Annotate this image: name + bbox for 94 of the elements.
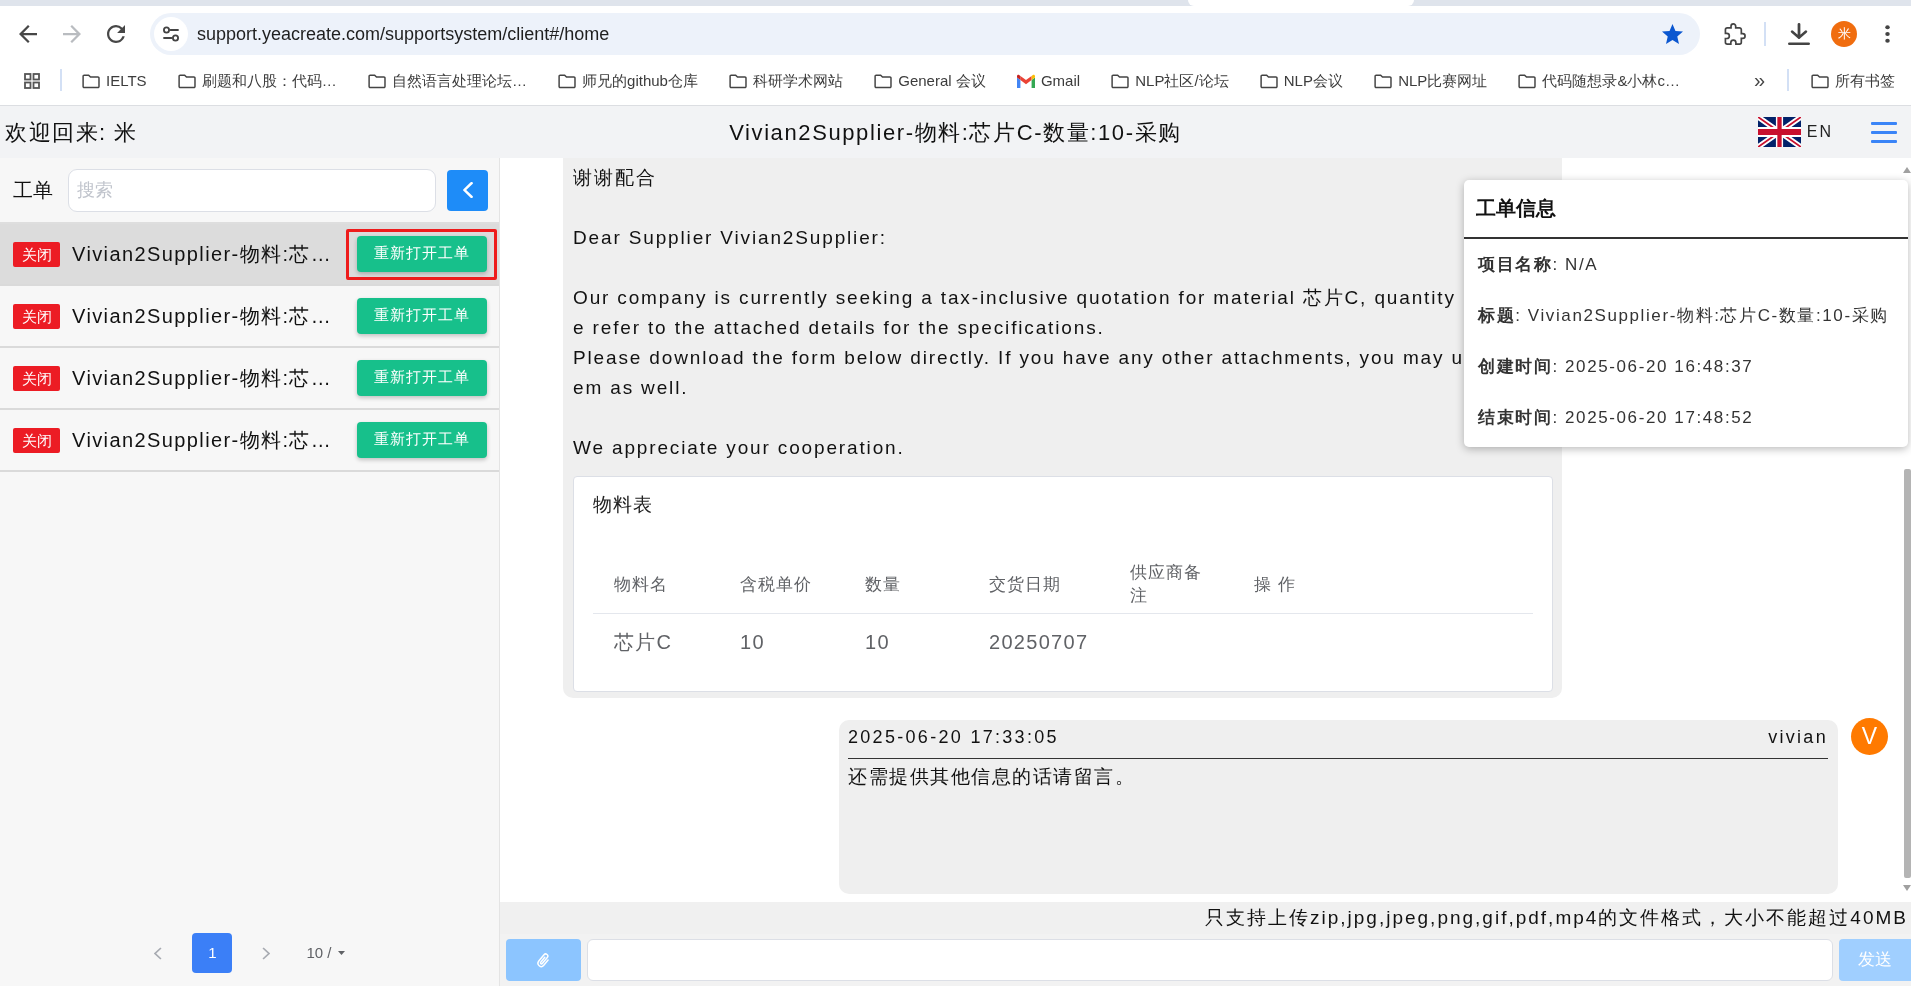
folder-icon [729,73,748,89]
paperclip-icon [537,951,550,969]
table-cell: 10 [865,631,890,654]
message-author: vivian [1768,726,1828,749]
chevron-left-icon [462,182,473,198]
chevron-left-icon[interactable] [154,946,163,960]
message-field[interactable] [587,939,1833,981]
ticket-row[interactable]: 关闭 Vivian2Supplier-物料:芯… 重新打开工单 [0,348,499,410]
folder-icon [1259,73,1278,89]
table-cell: 10 [740,631,765,654]
language-label[interactable]: EN [1806,120,1833,144]
bookmark-button[interactable]: IELTS [82,69,147,93]
column-header: 供应商备注 [1130,562,1203,608]
info-field: 创建时间: 2025-06-20 16:48:37 [1464,341,1908,392]
info-field: 项目名称: N/A [1464,239,1908,290]
ticket-title: Vivian2Supplier-物料:芯… [72,304,333,329]
message-time: 2025-06-20 17:33:05 [848,726,1059,749]
bookmark-button[interactable]: 所有书签 [1811,69,1896,93]
scroll-down-icon[interactable] [1903,885,1911,891]
info-field: 结束时间: 2025-06-20 17:48:52 [1464,392,1908,443]
flag-icon[interactable] [1757,117,1801,147]
more-options-icon[interactable] [1885,25,1890,43]
folder-icon [367,73,386,89]
ticket-row[interactable]: 关闭 Vivian2Supplier-物料:芯… 重新打开工单 [0,224,499,286]
card-title: 物料表 [593,493,653,517]
menu-icon[interactable] [1871,121,1897,143]
message-text: We appreciate your cooperation. [573,436,905,460]
status-tag: 关闭 [13,427,60,453]
bookmark-button[interactable]: NLP比赛网址 [1374,69,1488,93]
folder-icon [82,73,100,89]
bookmark-button[interactable]: Gmail [1016,69,1081,93]
welcome-text: 欢迎回来: 米 [4,118,138,147]
ticket-title: Vivian2Supplier-物料:芯… [72,428,333,453]
column-header: 含税单价 [740,573,812,596]
url-text: support.yeacreate.com/supportsystem/client#/home [197,22,610,46]
apps-grid-icon[interactable] [24,73,40,89]
folder-icon [558,73,577,89]
column-header: 数量 [865,573,901,596]
mail-icon [1016,74,1035,88]
more-bookmarks-button[interactable]: » [1754,69,1766,91]
message-text: Our company is currently seeking a tax-inclusive quotation for material 芯片C, quantity [573,286,1456,310]
table-cell: 芯片C [614,631,673,654]
collapse-button[interactable] [447,169,488,211]
folder-icon [1111,73,1130,89]
status-tag: 关闭 [13,241,60,267]
puzzle-icon[interactable] [1724,23,1746,45]
scrollbar-thumb[interactable] [1903,469,1911,878]
scroll-up-icon[interactable] [1903,167,1911,173]
bookmark-button[interactable]: NLP社区/论坛 [1111,69,1229,93]
status-tag: 关闭 [13,365,60,391]
message-text: Dear Supplier Vivian2Supplier: [573,226,887,250]
status-tag: 关闭 [13,303,60,329]
info-field: 标题: Vivian2Supplier-物料:芯片C-数量:10-采购 [1464,290,1908,341]
reload-icon[interactable] [107,25,125,43]
user-avatar: V [1851,718,1888,755]
folder-icon [874,73,893,89]
ticket-title: Vivian2Supplier-物料:芯… [72,242,333,267]
table-cell: 20250707 [989,631,1089,654]
page-button[interactable]: 1 [192,933,233,973]
bookmark-button[interactable]: 师兄的github仓库 [558,69,698,93]
section-label: 工单 [13,178,54,203]
bookmark-button[interactable]: 刷题和八股：代码… [177,69,337,93]
ticket-row[interactable]: 关闭 Vivian2Supplier-物料:芯… 重新打开工单 [0,286,499,348]
arrow-left-icon[interactable] [19,25,37,43]
message-text: e refer to the attached details for the specifications. [573,316,1105,340]
caret-icon [337,951,345,955]
column-header: 交货日期 [989,573,1061,596]
bookmark-button[interactable]: 科研学术网站 [729,69,844,93]
page-title: Vivian2Supplier-物料:芯片C-数量:10-采购 [729,118,1182,147]
download-icon[interactable] [1788,23,1810,45]
bookmark-button[interactable]: 代码随想录&小林c… [1518,69,1680,93]
column-header: 操 作 [1254,573,1296,596]
column-header: 物料名 [614,573,668,596]
message-text: em as well. [573,376,689,400]
bookmark-button[interactable]: 自然语言处理论坛… [367,69,527,93]
folder-icon [1518,73,1537,89]
star-icon[interactable] [1662,24,1683,44]
ticket-title: Vivian2Supplier-物料:芯… [72,366,333,391]
upload-note: 只支持上传zip,jpg,jpeg,png,gif,pdf,mp4的文件格式，大小不能超过40MB [500,902,1911,934]
message-text: 谢谢配合 [573,166,657,190]
ticket-row[interactable]: 关闭 Vivian2Supplier-物料:芯… 重新打开工单 [0,410,499,472]
bookmark-button[interactable]: NLP会议 [1259,69,1343,93]
folder-icon [1374,73,1393,89]
message-text: 还需提供其他信息的话请留言。 [848,765,1135,789]
message-text: Please download the form below directly. If you have any other attachments, you may u [573,346,1464,370]
tune-icon[interactable] [154,17,188,51]
page-size-select[interactable]: 10 / [306,941,345,965]
address-bar[interactable]: support.yeacreate.com/supportsystem/client#/home [150,13,1700,55]
panel-title: 工单信息 [1464,180,1908,239]
chevron-right-icon[interactable] [262,946,271,960]
folder-icon [177,73,196,89]
search-field[interactable]: 搜索 [68,168,436,212]
folder-icon [1811,73,1830,89]
bookmark-button[interactable]: General 会议 [874,69,986,93]
